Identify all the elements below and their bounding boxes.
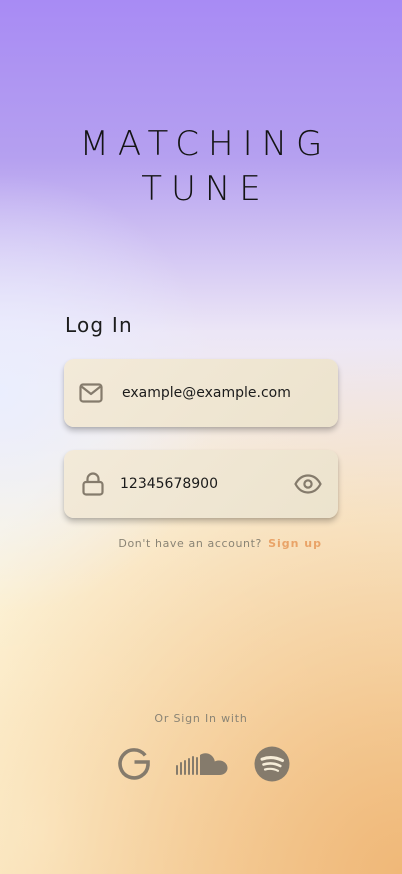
password-field[interactable] xyxy=(64,450,338,518)
google-icon xyxy=(117,747,151,785)
login-screen: MATCHING TUNE Log In Don't have xyxy=(0,0,402,874)
app-title: MATCHING TUNE xyxy=(0,122,402,212)
spotify-signin-button[interactable] xyxy=(252,746,292,786)
social-signin-label: Or Sign In with xyxy=(154,712,248,725)
login-heading: Log In xyxy=(65,313,133,337)
signup-link[interactable]: Sign up xyxy=(268,537,322,550)
soundcloud-icon xyxy=(175,751,229,781)
password-input[interactable] xyxy=(120,450,280,518)
soundcloud-signin-button[interactable] xyxy=(174,746,230,786)
app-title-line1: MATCHING xyxy=(79,124,332,164)
app-title-line2: TUNE xyxy=(141,169,270,209)
google-signin-button[interactable] xyxy=(116,746,152,786)
signup-prompt: Don't have an account? xyxy=(118,537,262,550)
lock-icon xyxy=(80,472,106,496)
eye-icon[interactable] xyxy=(294,472,322,496)
email-field[interactable] xyxy=(64,359,338,427)
signup-row: Don't have an account? Sign up xyxy=(0,537,322,550)
mail-icon xyxy=(78,381,104,405)
spotify-icon xyxy=(254,746,290,786)
email-input[interactable] xyxy=(122,359,322,427)
